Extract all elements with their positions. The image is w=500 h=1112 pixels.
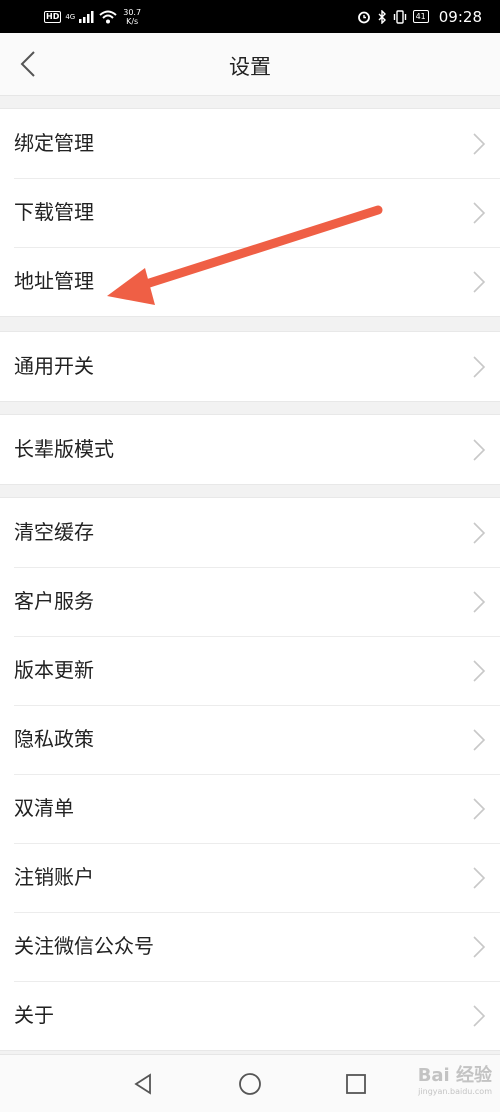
chevron-right-icon	[473, 798, 486, 820]
speed-value: 30.7	[123, 7, 142, 17]
chevron-right-icon	[473, 133, 486, 155]
chevron-right-icon	[473, 271, 486, 293]
battery-level: 41	[415, 12, 426, 21]
hd-badge: HD	[44, 10, 62, 23]
row-label: 隐私政策	[14, 727, 94, 751]
row-label: 版本更新	[14, 658, 94, 682]
wifi-icon	[99, 10, 117, 23]
status-right: 41 09:28	[357, 0, 482, 33]
chevron-right-icon	[473, 867, 486, 889]
row-label: 清空缓存	[14, 520, 94, 544]
status-bar: HD 4G 30.7 K/s 41 09:28	[0, 0, 500, 33]
page-title: 设置	[229, 55, 271, 79]
row-label: 地址管理	[14, 269, 94, 293]
row-label: 双清单	[14, 796, 74, 820]
watermark-text: Bai 经验	[417, 1065, 492, 1086]
nav-back-button[interactable]	[128, 1069, 158, 1099]
chevron-right-icon	[473, 356, 486, 378]
nav-recents-button[interactable]	[341, 1069, 371, 1099]
chevron-right-icon	[473, 660, 486, 682]
network-speed: 30.7 K/s	[123, 8, 141, 26]
signal-icon	[79, 10, 94, 23]
settings-row-download[interactable]: 下载管理	[0, 178, 500, 247]
chevron-right-icon	[473, 439, 486, 461]
settings-group-general: 通用开关	[0, 331, 500, 402]
settings-row-about[interactable]: 关于	[0, 981, 500, 1050]
chevron-right-icon	[473, 591, 486, 613]
title-bar: 设置	[0, 33, 500, 96]
settings-row-elder-mode[interactable]: 长辈版模式	[0, 415, 500, 484]
settings-group-other: 清空缓存 客户服务 版本更新 隐私政策 双清单 注销账户 关注微信公众号 关于	[0, 497, 500, 1051]
settings-row-general-switch[interactable]: 通用开关	[0, 332, 500, 401]
chevron-right-icon	[473, 936, 486, 958]
settings-group-elder: 长辈版模式	[0, 414, 500, 485]
row-label: 绑定管理	[14, 131, 94, 155]
nav-home-button[interactable]	[235, 1069, 265, 1099]
clock: 09:28	[438, 7, 482, 26]
settings-row-privacy-policy[interactable]: 隐私政策	[0, 705, 500, 774]
settings-row-follow-wechat[interactable]: 关注微信公众号	[0, 912, 500, 981]
chevron-right-icon	[473, 729, 486, 751]
settings-row-binding[interactable]: 绑定管理	[0, 109, 500, 178]
network-type: 4G	[65, 12, 76, 21]
chevron-right-icon	[473, 1005, 486, 1027]
system-nav-bar: Bai 经验 jingyan.baidu.com	[0, 1054, 500, 1112]
settings-row-version-update[interactable]: 版本更新	[0, 636, 500, 705]
watermark: Bai 经验 jingyan.baidu.com	[418, 1061, 492, 1096]
circle-home-icon	[239, 1073, 261, 1095]
speed-unit: K/s	[126, 16, 139, 26]
row-label: 长辈版模式	[14, 437, 114, 461]
chevron-right-icon	[473, 202, 486, 224]
settings-row-dual-list[interactable]: 双清单	[0, 774, 500, 843]
settings-row-customer-service[interactable]: 客户服务	[0, 567, 500, 636]
row-label: 客户服务	[14, 589, 94, 613]
row-label: 关于	[14, 1003, 54, 1027]
chevron-right-icon	[473, 522, 486, 544]
settings-row-address[interactable]: 地址管理	[0, 247, 500, 316]
triangle-back-icon	[134, 1073, 151, 1095]
settings-row-delete-account[interactable]: 注销账户	[0, 843, 500, 912]
square-recents-icon	[346, 1074, 366, 1094]
alarm-icon	[357, 11, 370, 23]
vibrate-icon	[393, 9, 406, 24]
battery-icon: 41	[412, 10, 429, 23]
bluetooth-icon	[378, 9, 386, 24]
row-label: 通用开关	[14, 354, 94, 378]
row-label: 注销账户	[14, 865, 94, 889]
row-label: 下载管理	[14, 200, 94, 224]
settings-group-account: 绑定管理 下载管理 地址管理	[0, 108, 500, 317]
status-left: HD 4G 30.7 K/s	[44, 0, 141, 33]
row-label: 关注微信公众号	[14, 934, 154, 958]
watermark-sub: jingyan.baidu.com	[418, 1087, 492, 1096]
settings-row-clear-cache[interactable]: 清空缓存	[0, 498, 500, 567]
